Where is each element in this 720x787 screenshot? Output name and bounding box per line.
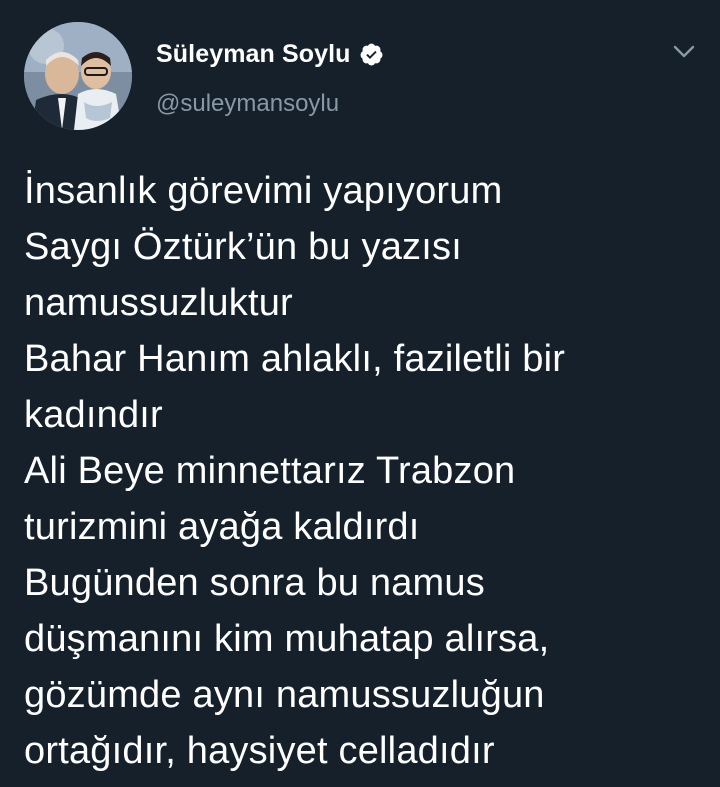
tweet-text-line: ortağıdır, haysiyet celladıdır [24, 730, 495, 772]
tweet-text-line: Saygı Öztürk’ün bu yazısı [24, 226, 462, 268]
tweet-text-line: gözümde aynı namussuzluğun [24, 674, 545, 716]
tweet-card: Süleyman Soylu @suleymansoylu İnsanlık g… [0, 0, 720, 787]
tweet-text-line: Bahar Hanım ahlaklı, faziletli bir [24, 338, 566, 380]
avatar[interactable] [24, 22, 132, 130]
tweet-text-line: Bugünden sonra bu namus [24, 562, 485, 604]
avatar-photo [24, 22, 132, 130]
tweet-text-line: kadındır [24, 394, 163, 436]
tweet-text-line: namussuzluktur [24, 282, 293, 324]
verified-badge-icon [360, 43, 382, 65]
chevron-down-icon[interactable] [672, 42, 696, 62]
tweet-text: İnsanlık görevimi yapıyorum Saygı Öztürk… [24, 163, 696, 779]
tweet-text-line: Ali Beye minnettarız Trabzon [24, 450, 516, 492]
tweet-text-line: turizmini ayağa kaldırdı [24, 506, 420, 548]
author-name-row[interactable]: Süleyman Soylu [156, 38, 384, 70]
username-handle[interactable]: @suleymansoylu [156, 90, 339, 118]
tweet-text-line: İnsanlık görevimi yapıyorum [24, 170, 503, 212]
tweet-text-line: düşmanını kim muhatap alırsa, [24, 618, 550, 660]
display-name[interactable]: Süleyman Soylu [156, 40, 351, 69]
